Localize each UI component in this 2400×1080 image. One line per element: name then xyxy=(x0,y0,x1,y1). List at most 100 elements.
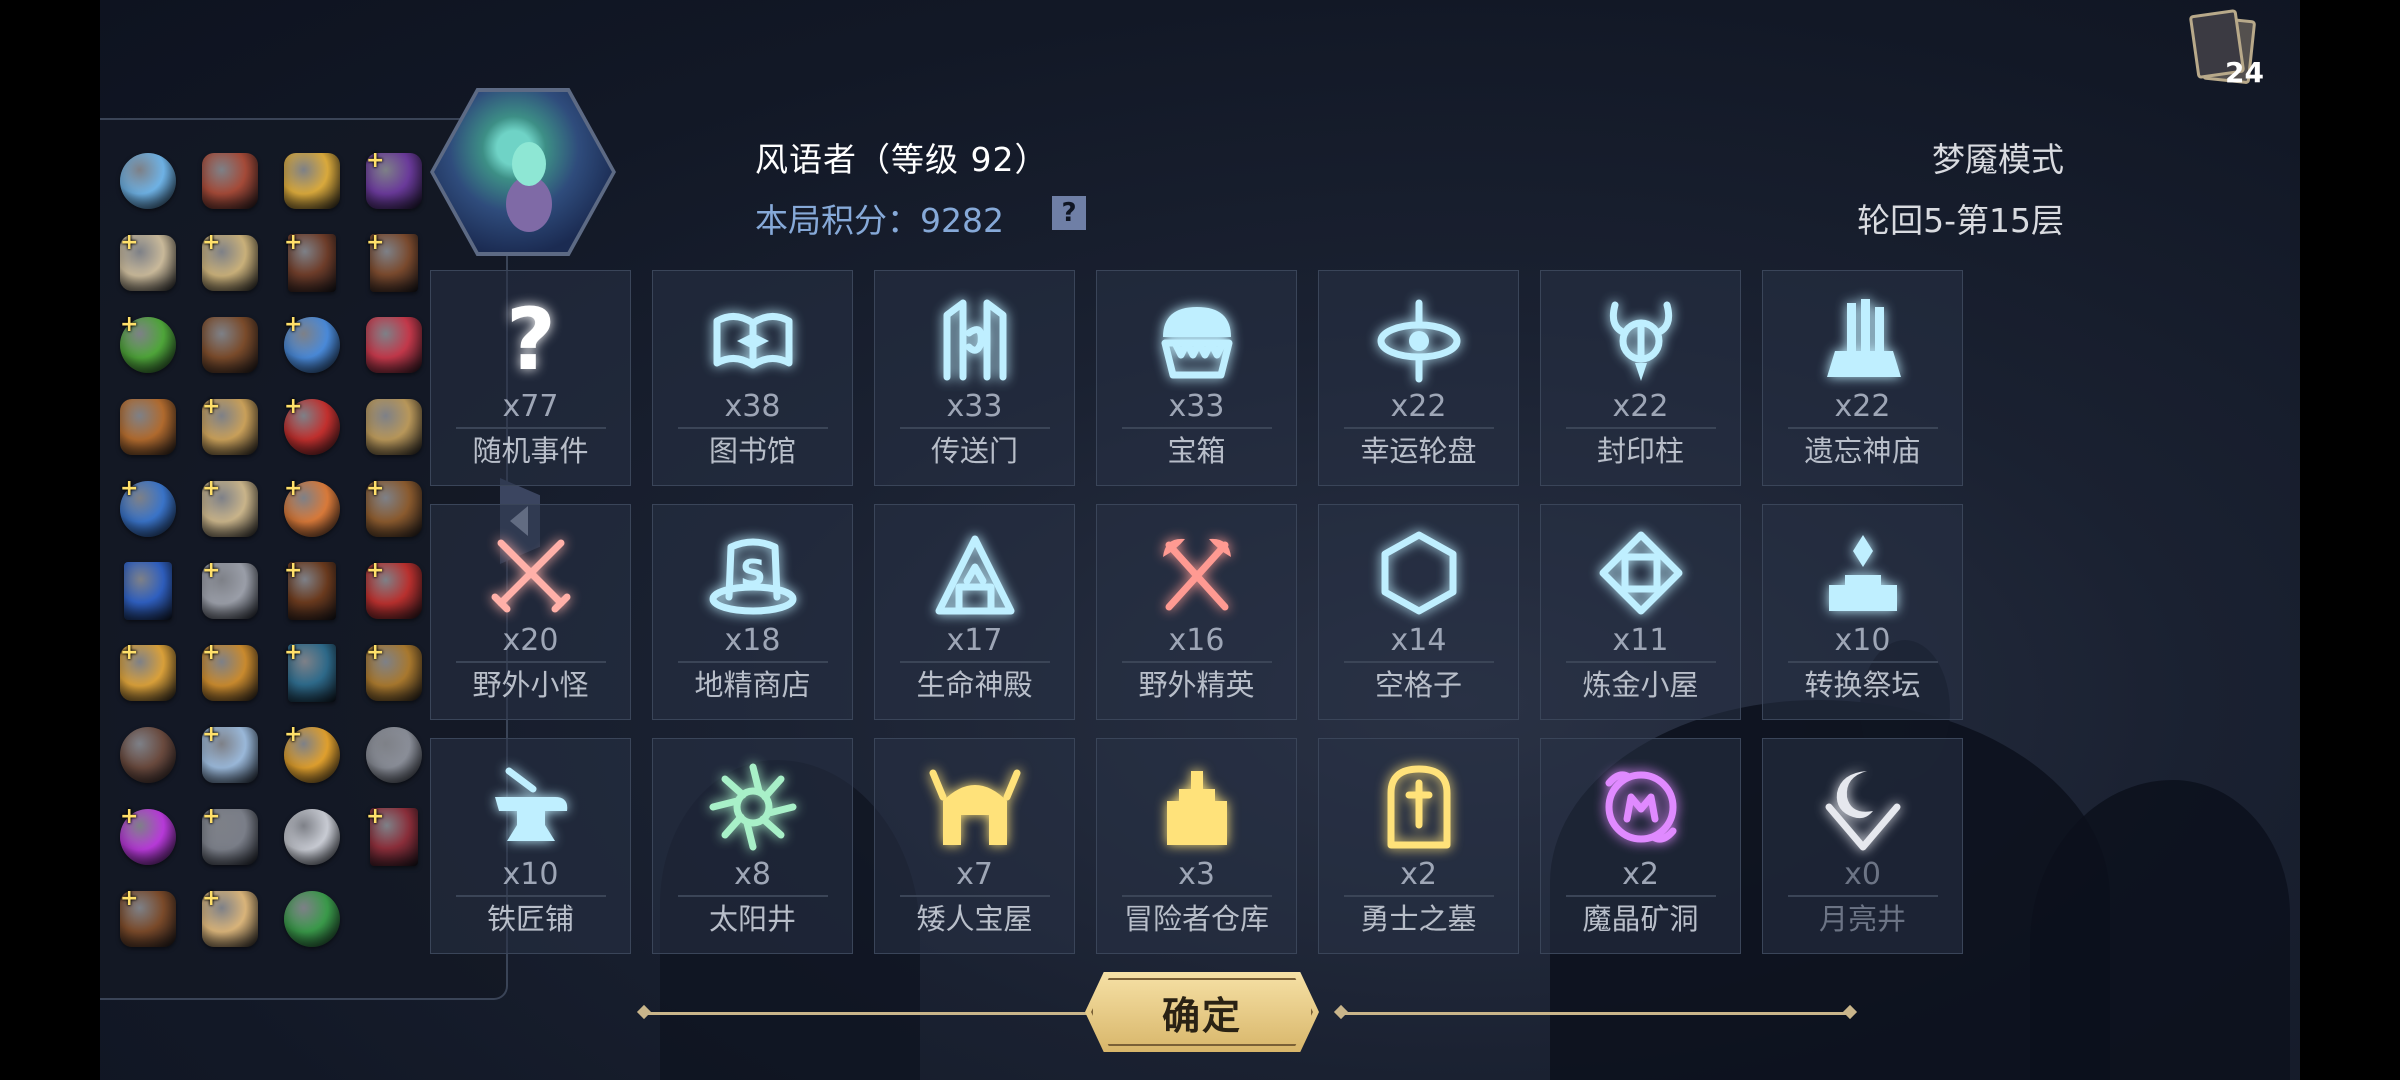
inventory-slot[interactable]: + xyxy=(272,222,352,304)
inventory-slot[interactable] xyxy=(272,878,352,960)
event-count: x2 xyxy=(1622,857,1659,892)
event-count: x22 xyxy=(1390,389,1447,424)
event-cell[interactable]: x33 传送门 xyxy=(874,270,1075,486)
score-help-button[interactable]: ? xyxy=(1052,196,1086,230)
upgrade-plus-icon: + xyxy=(284,722,303,747)
confirm-button[interactable]: 确定 xyxy=(1085,972,1319,1052)
event-cell[interactable]: x20 野外小怪 xyxy=(430,504,631,720)
inventory-slot[interactable]: + xyxy=(272,714,352,796)
gnome-hat-icon: S xyxy=(707,527,799,619)
inventory-slot[interactable]: + xyxy=(190,878,270,960)
event-name: 幸运轮盘 xyxy=(1360,434,1477,468)
inventory-slot[interactable] xyxy=(108,714,188,796)
rock-icon xyxy=(120,727,176,783)
life-shrine-icon xyxy=(929,527,1021,619)
event-divider xyxy=(455,661,606,663)
inventory-slot[interactable]: + xyxy=(190,468,270,550)
event-cell[interactable]: x33 宝箱 xyxy=(1096,270,1297,486)
upgrade-plus-icon: + xyxy=(284,394,303,419)
event-name: 矮人宝屋 xyxy=(916,902,1033,936)
event-cell[interactable]: x2 勇士之墓 xyxy=(1318,738,1519,954)
inventory-slot[interactable]: + xyxy=(108,222,188,304)
event-count: x14 xyxy=(1390,623,1447,658)
inventory-slot[interactable] xyxy=(190,140,270,222)
inventory-slot[interactable] xyxy=(272,140,352,222)
upgrade-plus-icon: + xyxy=(120,230,139,255)
inventory-slot[interactable]: + xyxy=(190,632,270,714)
event-name: 图书馆 xyxy=(708,434,796,468)
upgrade-plus-icon: + xyxy=(284,230,303,255)
event-cell[interactable]: x22 幸运轮盘 xyxy=(1318,270,1519,486)
inventory-slot[interactable]: + xyxy=(272,386,352,468)
event-cell[interactable]: x2 魔晶矿洞 xyxy=(1540,738,1741,954)
amulet-icon xyxy=(284,809,340,865)
open-book-icon xyxy=(707,293,799,385)
upgrade-plus-icon: + xyxy=(366,804,385,829)
inventory-slot[interactable]: + xyxy=(354,550,434,632)
inventory-slot[interactable]: + xyxy=(190,386,270,468)
event-divider xyxy=(1121,427,1272,429)
inventory-slot[interactable]: + xyxy=(190,222,270,304)
event-cell[interactable]: x3 冒险者仓库 xyxy=(1096,738,1297,954)
svg-text:S: S xyxy=(740,553,766,594)
inventory-slot[interactable]: + xyxy=(190,796,270,878)
inventory-slot[interactable]: + xyxy=(354,468,434,550)
inventory-slot[interactable]: + xyxy=(190,550,270,632)
inventory-slot[interactable] xyxy=(108,550,188,632)
event-cell[interactable]: x10 转换祭坛 xyxy=(1762,504,1963,720)
inventory-slot[interactable] xyxy=(108,140,188,222)
upgrade-plus-icon: + xyxy=(366,640,385,665)
inventory-slot[interactable]: + xyxy=(108,796,188,878)
event-cell[interactable]: x7 矮人宝屋 xyxy=(874,738,1075,954)
event-divider xyxy=(1565,661,1716,663)
upgrade-plus-icon: + xyxy=(202,640,221,665)
event-cell[interactable]: x10 铁匠铺 xyxy=(430,738,631,954)
event-cell[interactable]: x14 空格子 xyxy=(1318,504,1519,720)
svg-text:?: ? xyxy=(506,293,556,385)
inventory-slot[interactable]: + xyxy=(272,304,352,386)
upgrade-plus-icon: + xyxy=(366,476,385,501)
inventory-slot[interactable]: + xyxy=(354,632,434,714)
event-cell[interactable]: x8 太阳井 xyxy=(652,738,853,954)
inventory-slot[interactable] xyxy=(108,386,188,468)
event-cell[interactable]: ? x77 随机事件 xyxy=(430,270,631,486)
inventory-slot[interactable]: + xyxy=(354,140,434,222)
inventory-slot[interactable] xyxy=(354,714,434,796)
inventory-slot[interactable]: + xyxy=(272,468,352,550)
event-cell[interactable]: x22 封印柱 xyxy=(1540,270,1741,486)
event-count: x22 xyxy=(1612,389,1669,424)
hero-name: 风语者（等级 92） xyxy=(755,140,1049,179)
inventory-slot[interactable] xyxy=(354,304,434,386)
event-divider xyxy=(455,895,606,897)
inventory-slot[interactable]: + xyxy=(108,468,188,550)
event-cell[interactable]: x0 月亮井 xyxy=(1762,738,1963,954)
inventory-slot[interactable]: + xyxy=(108,878,188,960)
event-divider xyxy=(899,427,1050,429)
event-cell[interactable]: Sx18 地精商店 xyxy=(652,504,853,720)
upgrade-plus-icon: + xyxy=(284,558,303,583)
run-score: 本局积分：9282 xyxy=(755,201,1004,240)
mystery-card-icon xyxy=(124,562,172,620)
inventory-slot[interactable]: + xyxy=(354,796,434,878)
event-cell[interactable]: x17 生命神殿 xyxy=(874,504,1075,720)
inventory-slot[interactable] xyxy=(354,386,434,468)
inventory-slot[interactable] xyxy=(190,304,270,386)
event-cell[interactable]: x16 野外精英 xyxy=(1096,504,1297,720)
event-cell[interactable]: x11 炼金小屋 xyxy=(1540,504,1741,720)
inventory-slot[interactable]: + xyxy=(272,632,352,714)
seal-pillar-icon xyxy=(1595,293,1687,385)
inventory-slot[interactable] xyxy=(272,796,352,878)
card-counter[interactable]: 24 xyxy=(2185,8,2264,89)
event-cell[interactable]: x38 图书馆 xyxy=(652,270,853,486)
inventory-slot[interactable]: + xyxy=(272,550,352,632)
event-count: x38 xyxy=(724,389,781,424)
event-count: x17 xyxy=(946,623,1003,658)
inventory-slot[interactable]: + xyxy=(354,222,434,304)
inventory-slot[interactable]: + xyxy=(108,304,188,386)
upgrade-plus-icon: + xyxy=(284,476,303,501)
event-name: 随机事件 xyxy=(472,434,589,468)
inventory-slot[interactable]: + xyxy=(190,714,270,796)
event-count: x0 xyxy=(1844,857,1881,892)
inventory-slot[interactable]: + xyxy=(108,632,188,714)
event-cell[interactable]: x22 遗忘神庙 xyxy=(1762,270,1963,486)
